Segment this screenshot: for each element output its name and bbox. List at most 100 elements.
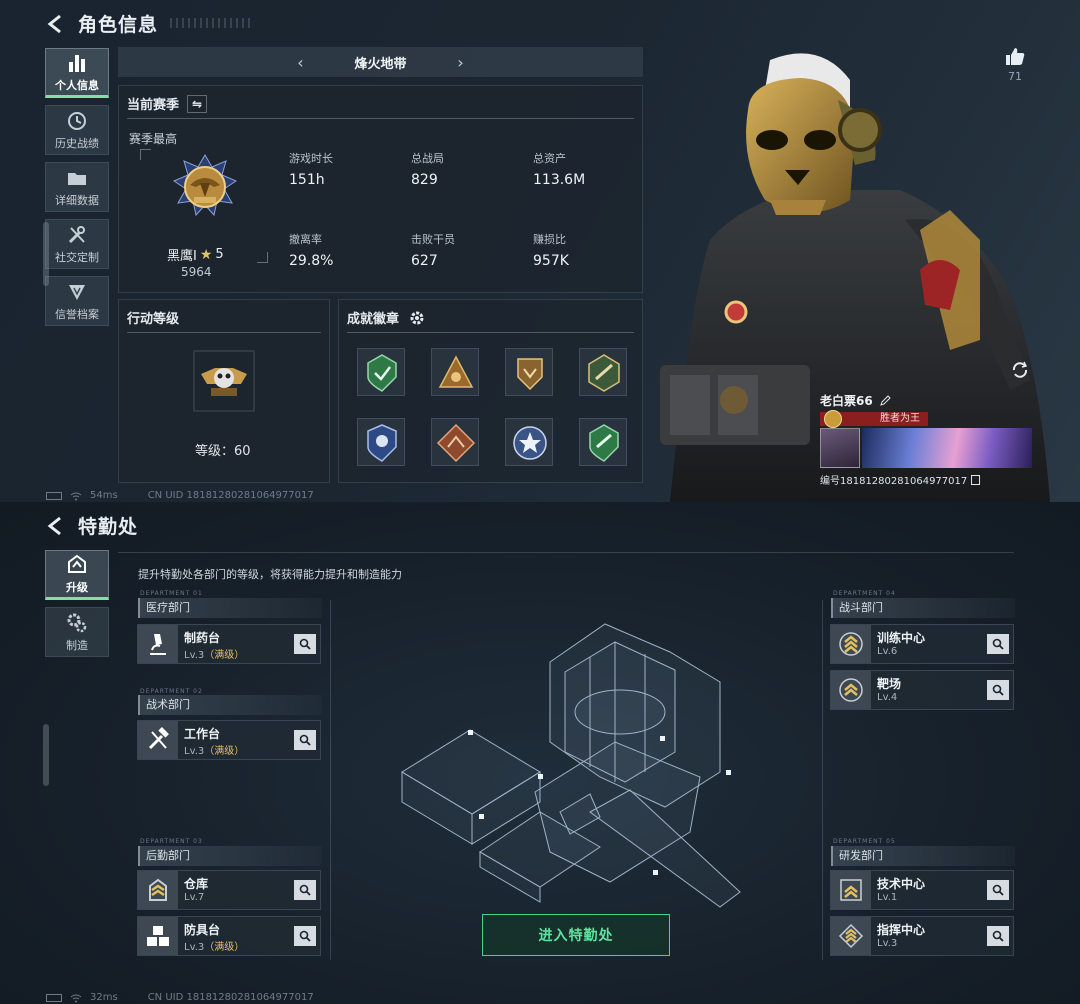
stat-value: 151h	[289, 172, 325, 188]
green-hex-badge-icon	[588, 354, 620, 392]
facility-command-center[interactable]: 指挥中心 Lv.3	[830, 916, 1014, 956]
facility-name: 训练中心	[877, 631, 926, 645]
nav-label: 社交定制	[55, 250, 99, 264]
facility-icon-frame	[138, 721, 178, 759]
facility-pharmacy[interactable]: 制药台 Lv.3（满级）	[137, 624, 321, 664]
avatar[interactable]	[820, 428, 860, 468]
season-header-label: 当前赛季	[127, 98, 180, 113]
divider	[127, 332, 321, 333]
footer-uid: CN UID 18181280281064977017	[147, 992, 314, 1003]
like-widget[interactable]: 71	[1004, 46, 1026, 83]
stat-profit-ratio: 赚损比 957K	[533, 231, 643, 269]
prev-map-button[interactable]: ‹	[291, 53, 311, 72]
player-title: 胜者为王	[880, 413, 920, 424]
stat-label: 总战局	[411, 152, 444, 165]
facility-training-center[interactable]: 训练中心 Lv.6	[830, 624, 1014, 664]
level-value: Lv.1	[877, 892, 898, 903]
player-banner	[862, 428, 1032, 468]
nav-detailed-data[interactable]: 详细数据	[45, 162, 109, 212]
inspect-button[interactable]	[987, 680, 1009, 700]
divider	[347, 332, 634, 333]
player-uid-row: 编号18181280281064977017	[820, 472, 981, 487]
achievement-badge-green-shield[interactable]	[357, 348, 405, 396]
frame-line-left	[330, 600, 331, 960]
back-arrow-icon[interactable]	[46, 14, 66, 34]
nav-label: 详细数据	[55, 193, 99, 207]
achievement-badge-gold-crest[interactable]	[505, 348, 553, 396]
nav-scrollbar[interactable]	[43, 222, 49, 286]
stat-total-assets: 总资产 113.6M	[533, 150, 643, 188]
microscope-icon	[150, 634, 166, 655]
nav-upgrade[interactable]: 升级	[45, 550, 109, 600]
stat-value: 113.6M	[533, 172, 586, 188]
inspect-button[interactable]	[987, 926, 1009, 946]
inspect-button[interactable]	[294, 634, 316, 654]
facility-icon-frame	[138, 625, 178, 663]
achievement-badge-star-medal[interactable]	[505, 418, 553, 466]
rotate-icon[interactable]	[1010, 360, 1030, 380]
season-best-label: 赛季最高	[129, 132, 178, 146]
nav-craft[interactable]: 制造	[45, 607, 109, 657]
tools-icon	[68, 225, 85, 243]
rank-chevron-icon	[839, 678, 863, 702]
facility-level: Lv.1	[877, 892, 897, 903]
achievement-badge-blue-shield[interactable]	[357, 418, 405, 466]
inspect-button[interactable]	[294, 926, 316, 946]
back-arrow-icon[interactable]	[46, 516, 66, 536]
facility-workbench[interactable]: 工作台 Lv.3（满级）	[137, 720, 321, 760]
search-icon	[992, 930, 1004, 942]
facility-shooting-range[interactable]: 靶场 Lv.4	[830, 670, 1014, 710]
achievement-badge-green-hex[interactable]	[579, 348, 627, 396]
special-ops-title-bar: 特勤处	[46, 512, 138, 539]
stat-value: 957K	[533, 253, 569, 269]
facility-armor-bench[interactable]: 防具台 Lv.3（满级）	[137, 916, 321, 956]
gold-crest-badge-icon	[517, 358, 543, 391]
facility-name: 指挥中心	[877, 923, 926, 937]
next-map-button[interactable]: ›	[451, 53, 471, 72]
facility-name: 技术中心	[877, 877, 926, 891]
search-icon	[299, 884, 311, 896]
facility-level: Lv.3（满级）	[184, 646, 244, 661]
thumbs-up-icon	[1006, 48, 1025, 65]
bronze-diamond-badge-icon	[436, 423, 476, 463]
enter-special-ops-button[interactable]: 进入特勤处	[482, 914, 670, 956]
settings-gear-icon[interactable]	[407, 309, 427, 327]
stat-label: 赚损比	[533, 233, 566, 246]
facility-icon-frame	[138, 871, 178, 909]
achievement-badge-green-shield-2[interactable]	[579, 418, 627, 466]
nav-social-custom[interactable]: 社交定制	[45, 219, 109, 269]
nav-scrollbar[interactable]	[43, 724, 49, 786]
facility-tech-center[interactable]: 技术中心 Lv.1	[830, 870, 1014, 910]
facility-level: Lv.3（满级）	[184, 742, 244, 757]
nav-personal-info[interactable]: 个人信息	[45, 48, 109, 98]
level-value: Lv.7	[184, 892, 205, 903]
rank-emblem-icon	[172, 154, 238, 217]
max-level-badge: （满级）	[204, 746, 245, 757]
swap-season-icon[interactable]: ⇋	[187, 94, 208, 113]
nav-label: 历史战绩	[55, 136, 99, 150]
edit-pencil-icon[interactable]	[879, 394, 891, 407]
inspect-button[interactable]	[294, 880, 316, 900]
rank-chevron-icon	[840, 879, 862, 901]
facility-icon-frame	[138, 917, 178, 955]
dept-rnd-header: 研发部门	[831, 846, 1015, 866]
inspect-button[interactable]	[987, 634, 1009, 654]
stat-label: 总资产	[533, 152, 566, 165]
ping-value: 54ms	[90, 490, 118, 501]
facility-level: Lv.7	[184, 892, 204, 903]
copy-icon[interactable]	[971, 474, 981, 485]
profile-title-bar: 角色信息	[46, 10, 158, 37]
inspect-button[interactable]	[294, 730, 316, 750]
facility-name: 防具台	[184, 923, 221, 937]
achievement-badge-bronze-diamond[interactable]	[431, 418, 479, 466]
facility-level: Lv.3（满级）	[184, 938, 244, 953]
nav-match-history[interactable]: 历史战绩	[45, 105, 109, 155]
achievement-badge-gold-triangle[interactable]	[431, 348, 479, 396]
nav-credit-record[interactable]: 信誉档案	[45, 276, 109, 326]
nav-label: 制造	[66, 638, 88, 652]
achievements-header-label: 成就徽章	[347, 312, 400, 327]
shield-icon	[69, 284, 85, 300]
level-value: Lv.6	[877, 646, 898, 657]
facility-storage[interactable]: 仓库 Lv.7	[137, 870, 321, 910]
inspect-button[interactable]	[987, 880, 1009, 900]
